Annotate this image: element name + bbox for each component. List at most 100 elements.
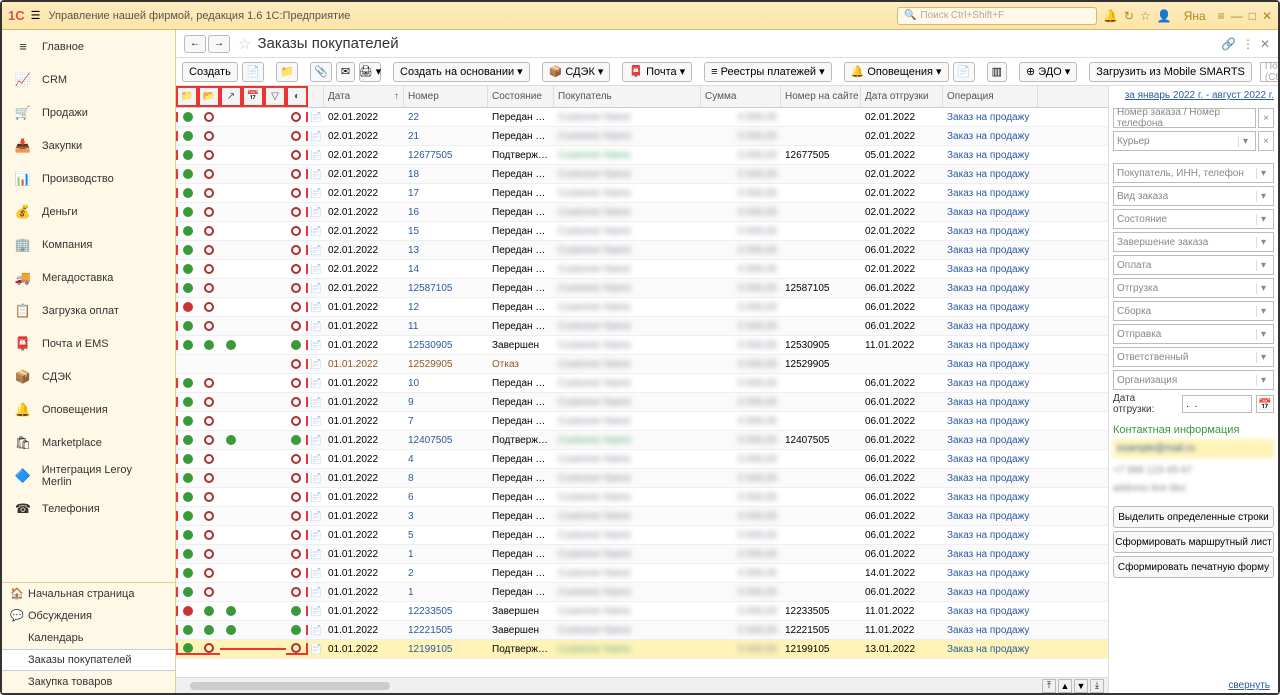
row-num[interactable]: 3 <box>404 511 488 522</box>
row-num[interactable]: 12530905 <box>404 340 488 351</box>
col-status6[interactable]: ◐ <box>286 86 308 107</box>
col-state[interactable]: Состояние <box>488 86 554 107</box>
row-num[interactable]: 1 <box>404 549 488 560</box>
table-row[interactable]: 📄01.01.20223Передан в ...Customer Name0 … <box>176 507 1108 526</box>
sidebar-item[interactable]: 📋Загрузка оплат <box>2 294 175 327</box>
sidebar-item[interactable]: ≡Главное <box>2 30 175 63</box>
table-row[interactable]: 📄01.01.202212199105ПодтверждёнCustomer N… <box>176 640 1108 659</box>
collapse-link[interactable]: свернуть <box>1228 680 1270 691</box>
row-num[interactable]: 15 <box>404 226 488 237</box>
row-op[interactable]: Заказ на продажу <box>943 226 1038 237</box>
customer-select[interactable]: Покупатель, ИНН, телефон▾ <box>1113 163 1274 183</box>
favorite-icon[interactable]: ☆ <box>238 35 251 53</box>
back-button[interactable]: ← <box>184 35 206 53</box>
sidebar-item[interactable]: 🏢Компания <box>2 228 175 261</box>
table-row[interactable]: 📄01.01.20229Передан в ...Customer Name0 … <box>176 393 1108 412</box>
row-op[interactable]: Заказ на продажу <box>943 131 1038 142</box>
row-num[interactable]: 6 <box>404 492 488 503</box>
row-num[interactable]: 4 <box>404 454 488 465</box>
col-status3[interactable]: ↗ <box>220 86 242 107</box>
table-row[interactable]: 📄01.01.202212530905ЗавершенCustomer Name… <box>176 336 1108 355</box>
sidebar-item[interactable]: 🛍Marketplace <box>2 426 175 459</box>
row-num[interactable]: 13 <box>404 245 488 256</box>
row-op[interactable]: Заказ на продажу <box>943 530 1038 541</box>
edo-button[interactable]: ⊕ ЭДО ▾ <box>1019 62 1077 82</box>
row-num[interactable]: 12221505 <box>404 625 488 636</box>
more-icon[interactable]: ⋮ <box>1242 37 1254 51</box>
row-num[interactable]: 7 <box>404 416 488 427</box>
sidebar-tab[interactable]: 🏠Начальная страница <box>2 583 175 605</box>
cdek-button[interactable]: 📦 СДЭК ▾ <box>542 62 611 82</box>
settings-icon[interactable]: ≡ <box>1218 9 1225 23</box>
table-row[interactable]: 📄02.01.202212587105Передан в ...Customer… <box>176 279 1108 298</box>
row-op[interactable]: Заказ на продажу <box>943 587 1038 598</box>
row-num[interactable]: 18 <box>404 169 488 180</box>
table-row[interactable]: 📄02.01.202212677505ПодтверждёнCustomer N… <box>176 146 1108 165</box>
row-op[interactable]: Заказ на продажу <box>943 283 1038 294</box>
sending-select[interactable]: Отправка▾ <box>1113 324 1274 344</box>
maximize-icon[interactable]: □ <box>1249 9 1256 23</box>
table-row[interactable]: 📄02.01.202214Передан в ...Customer Name0… <box>176 260 1108 279</box>
period-link[interactable]: за январь 2022 г. - август 2022 г. <box>1113 90 1274 101</box>
table-row[interactable]: 📄02.01.202216Передан в ...Customer Name0… <box>176 203 1108 222</box>
col-op[interactable]: Операция <box>943 86 1038 107</box>
row-op[interactable]: Заказ на продажу <box>943 397 1038 408</box>
barcode-button[interactable]: ▥ <box>987 62 1007 82</box>
table-row[interactable]: 📄02.01.202217Передан в ...Customer Name0… <box>176 184 1108 203</box>
row-op[interactable]: Заказ на продажу <box>943 644 1038 655</box>
scroll-down-icon[interactable]: ▼ <box>1074 679 1088 693</box>
copy-button[interactable]: 📄 <box>242 62 264 82</box>
print-form-button[interactable]: Сформировать печатную форму <box>1113 556 1274 578</box>
row-num[interactable]: 1 <box>404 587 488 598</box>
row-num[interactable]: 12407505 <box>404 435 488 446</box>
order-type-select[interactable]: Вид заказа▾ <box>1113 186 1274 206</box>
link-icon[interactable]: 🔗 <box>1221 37 1236 51</box>
assembly-select[interactable]: Сборка▾ <box>1113 301 1274 321</box>
order-num-input[interactable]: Номер заказа / Номер телефона <box>1113 108 1256 128</box>
table-row[interactable]: 📄01.01.202212233505ЗавершенCustomer Name… <box>176 602 1108 621</box>
row-num[interactable]: 22 <box>404 112 488 123</box>
table-row[interactable]: 📄01.01.20228Передан в ...Customer Name0 … <box>176 469 1108 488</box>
row-num[interactable]: 12529905 <box>404 359 488 370</box>
row-num[interactable]: 12199105 <box>404 644 488 655</box>
user-icon[interactable]: 👤 <box>1157 9 1172 23</box>
row-op[interactable]: Заказ на продажу <box>943 454 1038 465</box>
row-op[interactable]: Заказ на продажу <box>943 511 1038 522</box>
table-row[interactable]: 📄01.01.202210Передан в ...Customer Name0… <box>176 374 1108 393</box>
toolbar-search[interactable]: Поиск (Ctrl+F)× <box>1260 62 1278 82</box>
row-op[interactable]: Заказ на продажу <box>943 416 1038 427</box>
mail-button[interactable]: ✉ <box>336 62 355 82</box>
sidebar-tab[interactable]: Заказы покупателей <box>2 649 175 671</box>
row-num[interactable]: 9 <box>404 397 488 408</box>
notify-button[interactable]: 🔔 Оповещения ▾ <box>844 62 949 82</box>
col-site[interactable]: Номер на сайте <box>781 86 861 107</box>
col-status4[interactable]: 📅 <box>242 86 264 107</box>
route-list-button[interactable]: Сформировать маршрутный лист <box>1113 531 1274 553</box>
table-row[interactable]: 📄01.01.20221Передан в ...Customer Name0 … <box>176 545 1108 564</box>
table-row[interactable]: 📄01.01.20224Передан в ...Customer Name0 … <box>176 450 1108 469</box>
ship-date-input[interactable] <box>1182 395 1252 413</box>
minimize-icon[interactable]: — <box>1231 9 1243 23</box>
col-status5[interactable]: ▽ <box>264 86 286 107</box>
clear-courier[interactable]: × <box>1258 131 1274 151</box>
forward-button[interactable]: → <box>208 35 230 53</box>
table-row[interactable]: 📄01.01.202212407505ПодтверждёнCustomer N… <box>176 431 1108 450</box>
col-num[interactable]: Номер <box>404 86 488 107</box>
row-num[interactable]: 14 <box>404 264 488 275</box>
table-row[interactable]: 📄02.01.202213Передан в ...Customer Name0… <box>176 241 1108 260</box>
row-num[interactable]: 12 <box>404 302 488 313</box>
load-smarts-button[interactable]: Загрузить из Mobile SMARTS <box>1089 62 1252 82</box>
payment-select[interactable]: Оплата▾ <box>1113 255 1274 275</box>
row-num[interactable]: 11 <box>404 321 488 332</box>
select-rows-button[interactable]: Выделить определенные строки <box>1113 506 1274 528</box>
table-row[interactable]: 📄01.01.202212529905ОтказCustomer Name0 0… <box>176 355 1108 374</box>
row-num[interactable]: 21 <box>404 131 488 142</box>
col-status1[interactable]: 📁 <box>176 86 198 107</box>
table-row[interactable]: 📄02.01.202222Передан в ...Customer Name0… <box>176 108 1108 127</box>
row-num[interactable]: 5 <box>404 530 488 541</box>
row-num[interactable]: 12677505 <box>404 150 488 161</box>
print-button[interactable]: 🖨 ▾ <box>359 62 381 82</box>
calendar-icon[interactable]: 📅 <box>1256 395 1274 413</box>
attach-button[interactable]: 📎 <box>310 62 332 82</box>
table-row[interactable]: 📄01.01.20221Передан в ...Customer Name0 … <box>176 583 1108 602</box>
